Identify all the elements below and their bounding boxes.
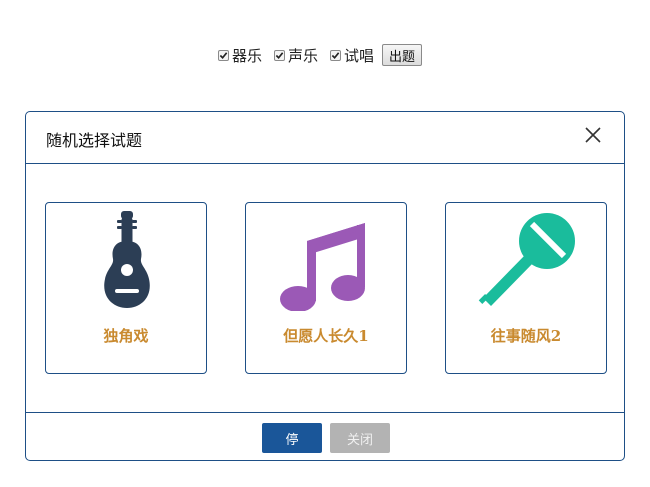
filter-sight-singing[interactable]: 试唱 [330, 45, 374, 66]
question-card-guitar[interactable]: 独角戏 [45, 202, 207, 374]
guitar-icon [104, 211, 150, 308]
dialog-header: 随机选择试题 [26, 112, 624, 164]
filter-bar: 器乐 声乐 试唱 出题 [218, 43, 423, 67]
instrumental-checkbox[interactable] [218, 49, 229, 61]
close-icon[interactable] [584, 126, 602, 144]
question-card-microphone[interactable]: 往事随风2 [445, 202, 607, 374]
dialog-title: 随机选择试题 [46, 131, 143, 150]
stop-button[interactable]: 停 [262, 423, 322, 453]
random-question-dialog: 随机选择试题 独角戏 但愿人长久1 往事随风2 停 关闭 [25, 111, 625, 461]
close-button[interactable]: 关闭 [330, 423, 390, 453]
instrumental-label: 器乐 [232, 46, 263, 65]
filter-vocal[interactable]: 声乐 [274, 45, 318, 66]
question-card-music-note[interactable]: 但愿人长久1 [245, 202, 407, 374]
generate-question-button[interactable]: 出题 [382, 44, 423, 66]
vocal-checkbox[interactable] [274, 49, 286, 61]
card-label-microphone: 往事随风2 [490, 327, 562, 345]
card-label-guitar: 独角戏 [103, 327, 149, 345]
vocal-label: 声乐 [288, 46, 319, 65]
filter-instrumental[interactable]: 器乐 [218, 45, 262, 66]
card-label-music-note: 但愿人长久1 [283, 327, 369, 345]
sight-singing-label: 试唱 [344, 46, 375, 65]
dialog-footer: 停 关闭 [26, 413, 624, 462]
sight-singing-checkbox[interactable] [330, 49, 342, 61]
microphone-icon [478, 213, 575, 306]
dialog-body: 独角戏 但愿人长久1 往事随风2 [26, 164, 624, 413]
music-note-icon [280, 223, 365, 311]
